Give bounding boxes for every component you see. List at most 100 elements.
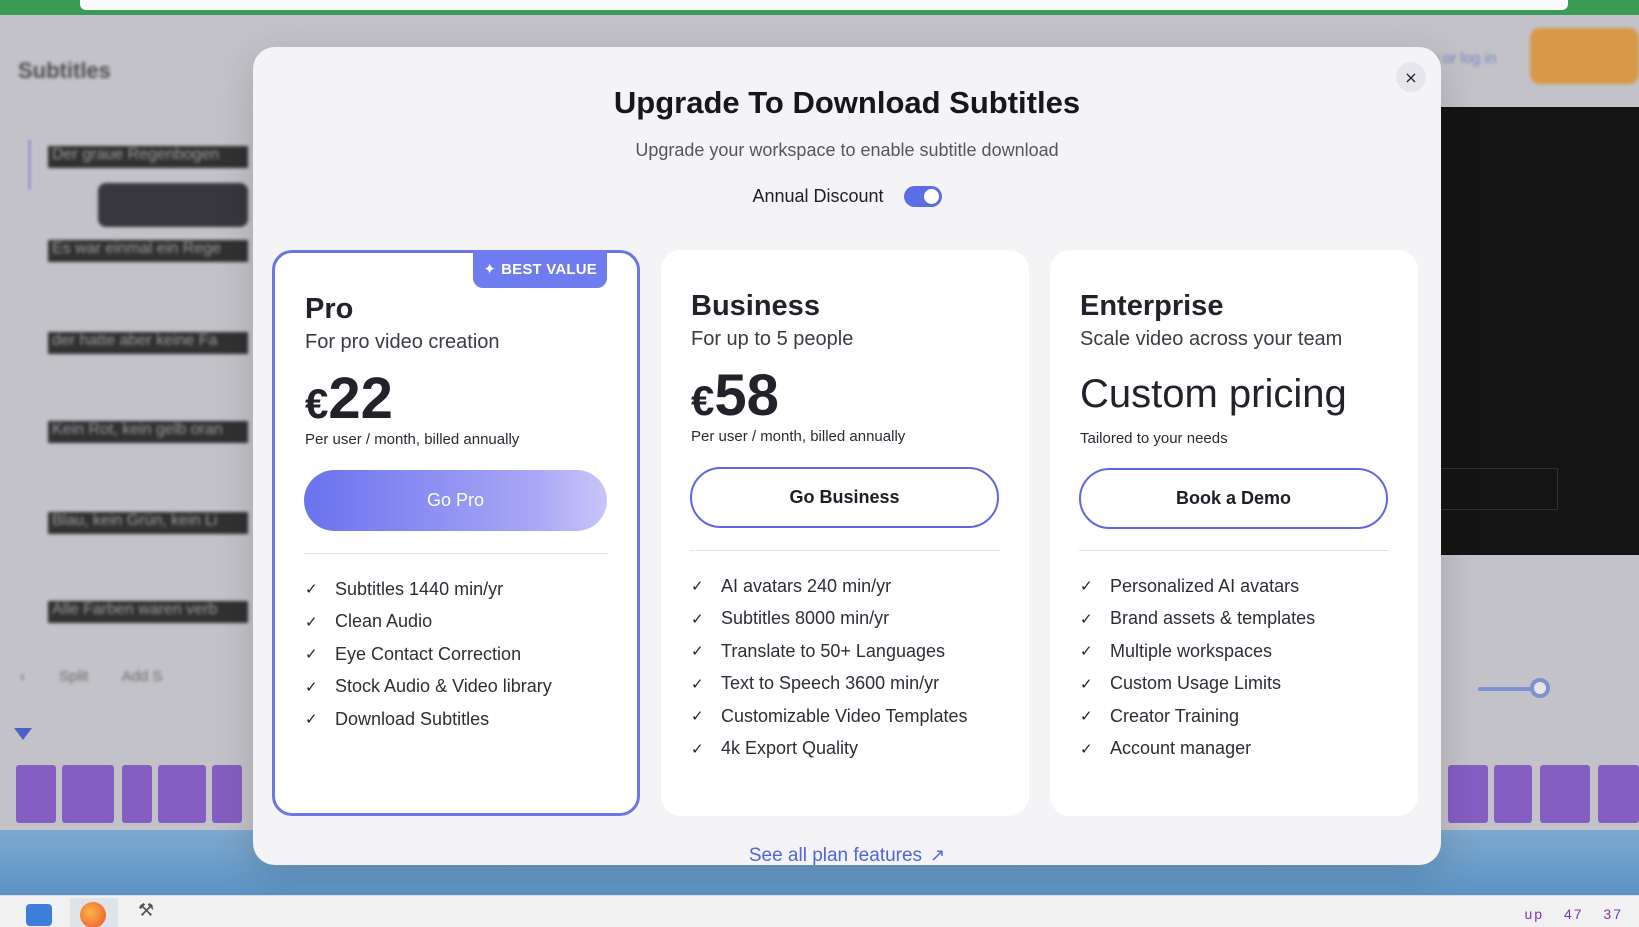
go-business-button[interactable]: Go Business: [690, 467, 999, 528]
feature-list: ✓ Subtitles 1440 min/yr ✓ Clean Audio ✓ Eye…: [305, 573, 552, 736]
see-all-label[interactable]: See all plan features: [749, 845, 922, 865]
feature-item: ✓ Subtitles 8000 min/yr: [691, 603, 967, 636]
book-demo-button[interactable]: Book a Demo: [1079, 468, 1388, 529]
feature-item: ✓ Account manager: [1080, 733, 1315, 766]
plan-price: €22: [305, 370, 393, 428]
check-icon: ✓: [1080, 739, 1093, 758]
plan-card-enterprise: Enterprise Scale video across your team …: [1050, 250, 1418, 816]
feature-list: ✓ AI avatars 240 min/yr ✓ Subtitles 8000 m…: [691, 570, 967, 765]
feature-item: ✓ Creator Training: [1080, 700, 1315, 733]
feature-list: ✓ Personalized AI avatars ✓ Brand assets &…: [1080, 570, 1315, 765]
go-pro-button[interactable]: Go Pro: [304, 470, 607, 531]
feature-text: 4k Export Quality: [721, 738, 859, 759]
modal-subtitle: Upgrade your workspace to enable subtitl…: [635, 140, 1059, 160]
feature-text: Subtitles 8000 min/yr: [721, 608, 890, 629]
check-icon: ✓: [1080, 642, 1093, 661]
check-icon: ✓: [305, 710, 318, 729]
check-icon: ✓: [691, 707, 704, 726]
system-tray: up 47 37: [1510, 906, 1623, 922]
currency-symbol: €: [691, 377, 715, 424]
external-link-icon[interactable]: ↗: [930, 845, 945, 865]
tools-icon[interactable]: ⚒: [138, 900, 164, 922]
plan-card-pro: ✦ BEST VALUE Pro For pro video creation …: [272, 250, 640, 816]
feature-item: ✓ Personalized AI avatars: [1080, 570, 1315, 603]
best-value-badge: ✦ BEST VALUE: [473, 250, 607, 288]
feature-text: Multiple workspaces: [1110, 640, 1273, 661]
check-icon: ✓: [1080, 674, 1093, 693]
feature-item: ✓ Translate to 50+ Languages: [691, 635, 967, 668]
feature-item: ✓ Brand assets & templates: [1080, 603, 1315, 636]
plan-card-business: Business For up to 5 people €58 Per user…: [661, 250, 1029, 816]
currency-symbol: €: [305, 380, 329, 427]
check-icon: ✓: [305, 580, 318, 599]
plan-price: €58: [691, 367, 779, 425]
tray-item[interactable]: up: [1524, 906, 1544, 922]
feature-text: Clean Audio: [335, 611, 433, 632]
check-icon: ✓: [691, 577, 704, 596]
file-explorer-icon[interactable]: [26, 904, 52, 926]
price-note: Per user / month, billed annually: [691, 428, 906, 445]
check-icon: ✓: [305, 677, 318, 696]
annual-discount-toggle[interactable]: [903, 186, 942, 207]
feature-text: Text to Speech 3600 min/yr: [721, 673, 940, 694]
annual-discount-label: Annual Discount: [752, 186, 884, 206]
plan-name: Enterprise: [1080, 290, 1224, 322]
feature-text: Stock Audio & Video library: [335, 676, 552, 697]
plan-description: For pro video creation: [305, 331, 500, 353]
check-icon: ✓: [691, 609, 704, 628]
feature-item: ✓ Customizable Video Templates: [691, 700, 967, 733]
address-bar: [80, 0, 1568, 10]
modal-title: Upgrade To Download Subtitles: [613, 85, 1081, 120]
feature-item: ✓ Text to Speech 3600 min/yr: [691, 668, 967, 701]
feature-item: ✓ AI avatars 240 min/yr: [691, 570, 967, 603]
feature-item: ✓ Subtitles 1440 min/yr: [305, 573, 552, 606]
feature-item: ✓ Eye Contact Correction: [305, 638, 552, 671]
feature-text: Translate to 50+ Languages: [721, 640, 945, 661]
feature-text: Subtitles 1440 min/yr: [335, 578, 504, 599]
custom-pricing: Custom pricing: [1080, 372, 1347, 416]
price-note: Tailored to your needs: [1080, 430, 1228, 447]
plan-name: Pro: [305, 293, 354, 325]
check-icon: ✓: [305, 645, 318, 664]
feature-text: AI avatars 240 min/yr: [721, 575, 892, 596]
divider: [690, 550, 1000, 551]
check-icon: ✓: [691, 739, 704, 758]
feature-text: Custom Usage Limits: [1110, 673, 1282, 694]
divider: [1079, 550, 1389, 551]
toggle-knob: [923, 189, 939, 204]
check-icon: ✓: [691, 674, 704, 693]
feature-text: Customizable Video Templates: [721, 705, 968, 726]
check-icon: ✓: [305, 612, 318, 631]
check-icon: ✓: [1080, 609, 1093, 628]
upgrade-modal: × Upgrade To Download Subtitles Upgrade …: [253, 47, 1441, 865]
check-icon: ✓: [1080, 577, 1093, 596]
check-icon: ✓: [1080, 707, 1093, 726]
feature-text: Creator Training: [1110, 705, 1240, 726]
sparkle-icon: ✦: [483, 260, 497, 278]
firefox-icon[interactable]: [80, 902, 106, 927]
feature-item: ✓ Multiple workspaces: [1080, 635, 1315, 668]
feature-text: Brand assets & templates: [1110, 608, 1316, 629]
tray-item[interactable]: 37: [1603, 906, 1623, 922]
feature-item: ✓ Download Subtitles: [305, 703, 552, 736]
feature-item: ✓ Clean Audio: [305, 606, 552, 639]
feature-item: ✓ Stock Audio & Video library: [305, 671, 552, 704]
price-note: Per user / month, billed annually: [305, 431, 520, 448]
divider: [304, 553, 608, 554]
price-value: 22: [328, 366, 393, 431]
feature-item: ✓ 4k Export Quality: [691, 733, 967, 766]
annual-discount-row: Annual Discount: [253, 186, 1441, 207]
tray-item[interactable]: 47: [1564, 906, 1584, 922]
plan-description: For up to 5 people: [691, 328, 854, 350]
feature-text: Personalized AI avatars: [1110, 575, 1300, 596]
feature-item: ✓ Custom Usage Limits: [1080, 668, 1315, 701]
feature-text: Account manager: [1110, 738, 1252, 759]
see-all-features-link[interactable]: See all plan features ↗: [253, 845, 1441, 865]
badge-label: BEST VALUE: [501, 260, 597, 278]
feature-text: Eye Contact Correction: [335, 643, 522, 664]
price-value: 58: [714, 363, 779, 428]
check-icon: ✓: [691, 642, 704, 661]
feature-text: Download Subtitles: [335, 708, 490, 729]
plan-name: Business: [691, 290, 820, 322]
plan-description: Scale video across your team: [1080, 328, 1343, 350]
